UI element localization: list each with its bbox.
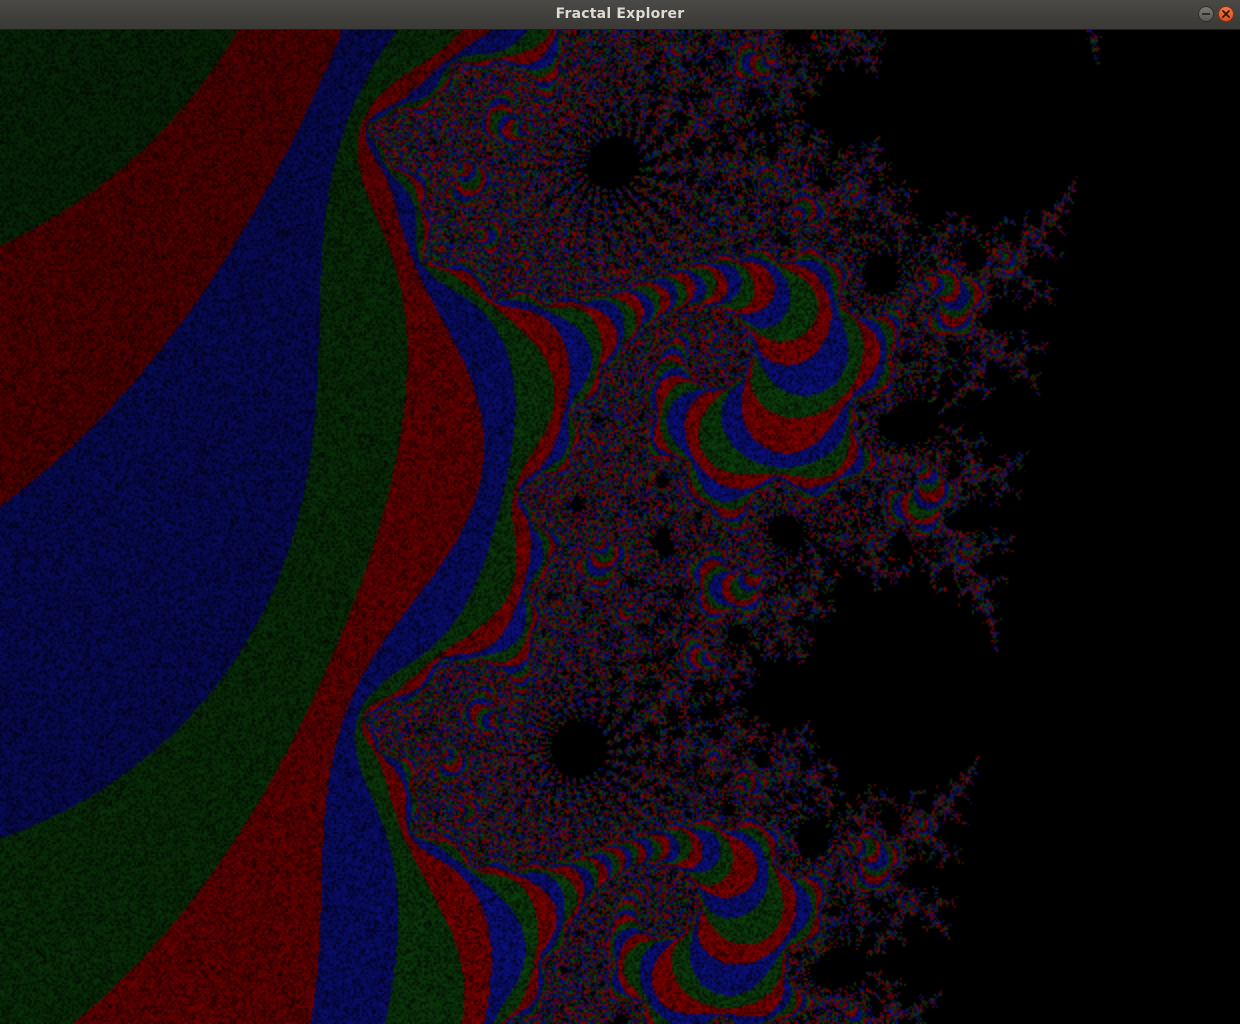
minimize-button[interactable] xyxy=(1198,6,1214,22)
close-button[interactable] xyxy=(1218,6,1234,22)
close-icon xyxy=(1222,10,1230,18)
fractal-view[interactable] xyxy=(0,30,1240,1024)
title-bar[interactable]: Fractal Explorer xyxy=(0,0,1240,30)
minimize-icon xyxy=(1202,13,1210,15)
app-window: Fractal Explorer xyxy=(0,0,1240,1024)
window-title: Fractal Explorer xyxy=(555,6,685,22)
fractal-canvas[interactable] xyxy=(0,30,1240,1024)
